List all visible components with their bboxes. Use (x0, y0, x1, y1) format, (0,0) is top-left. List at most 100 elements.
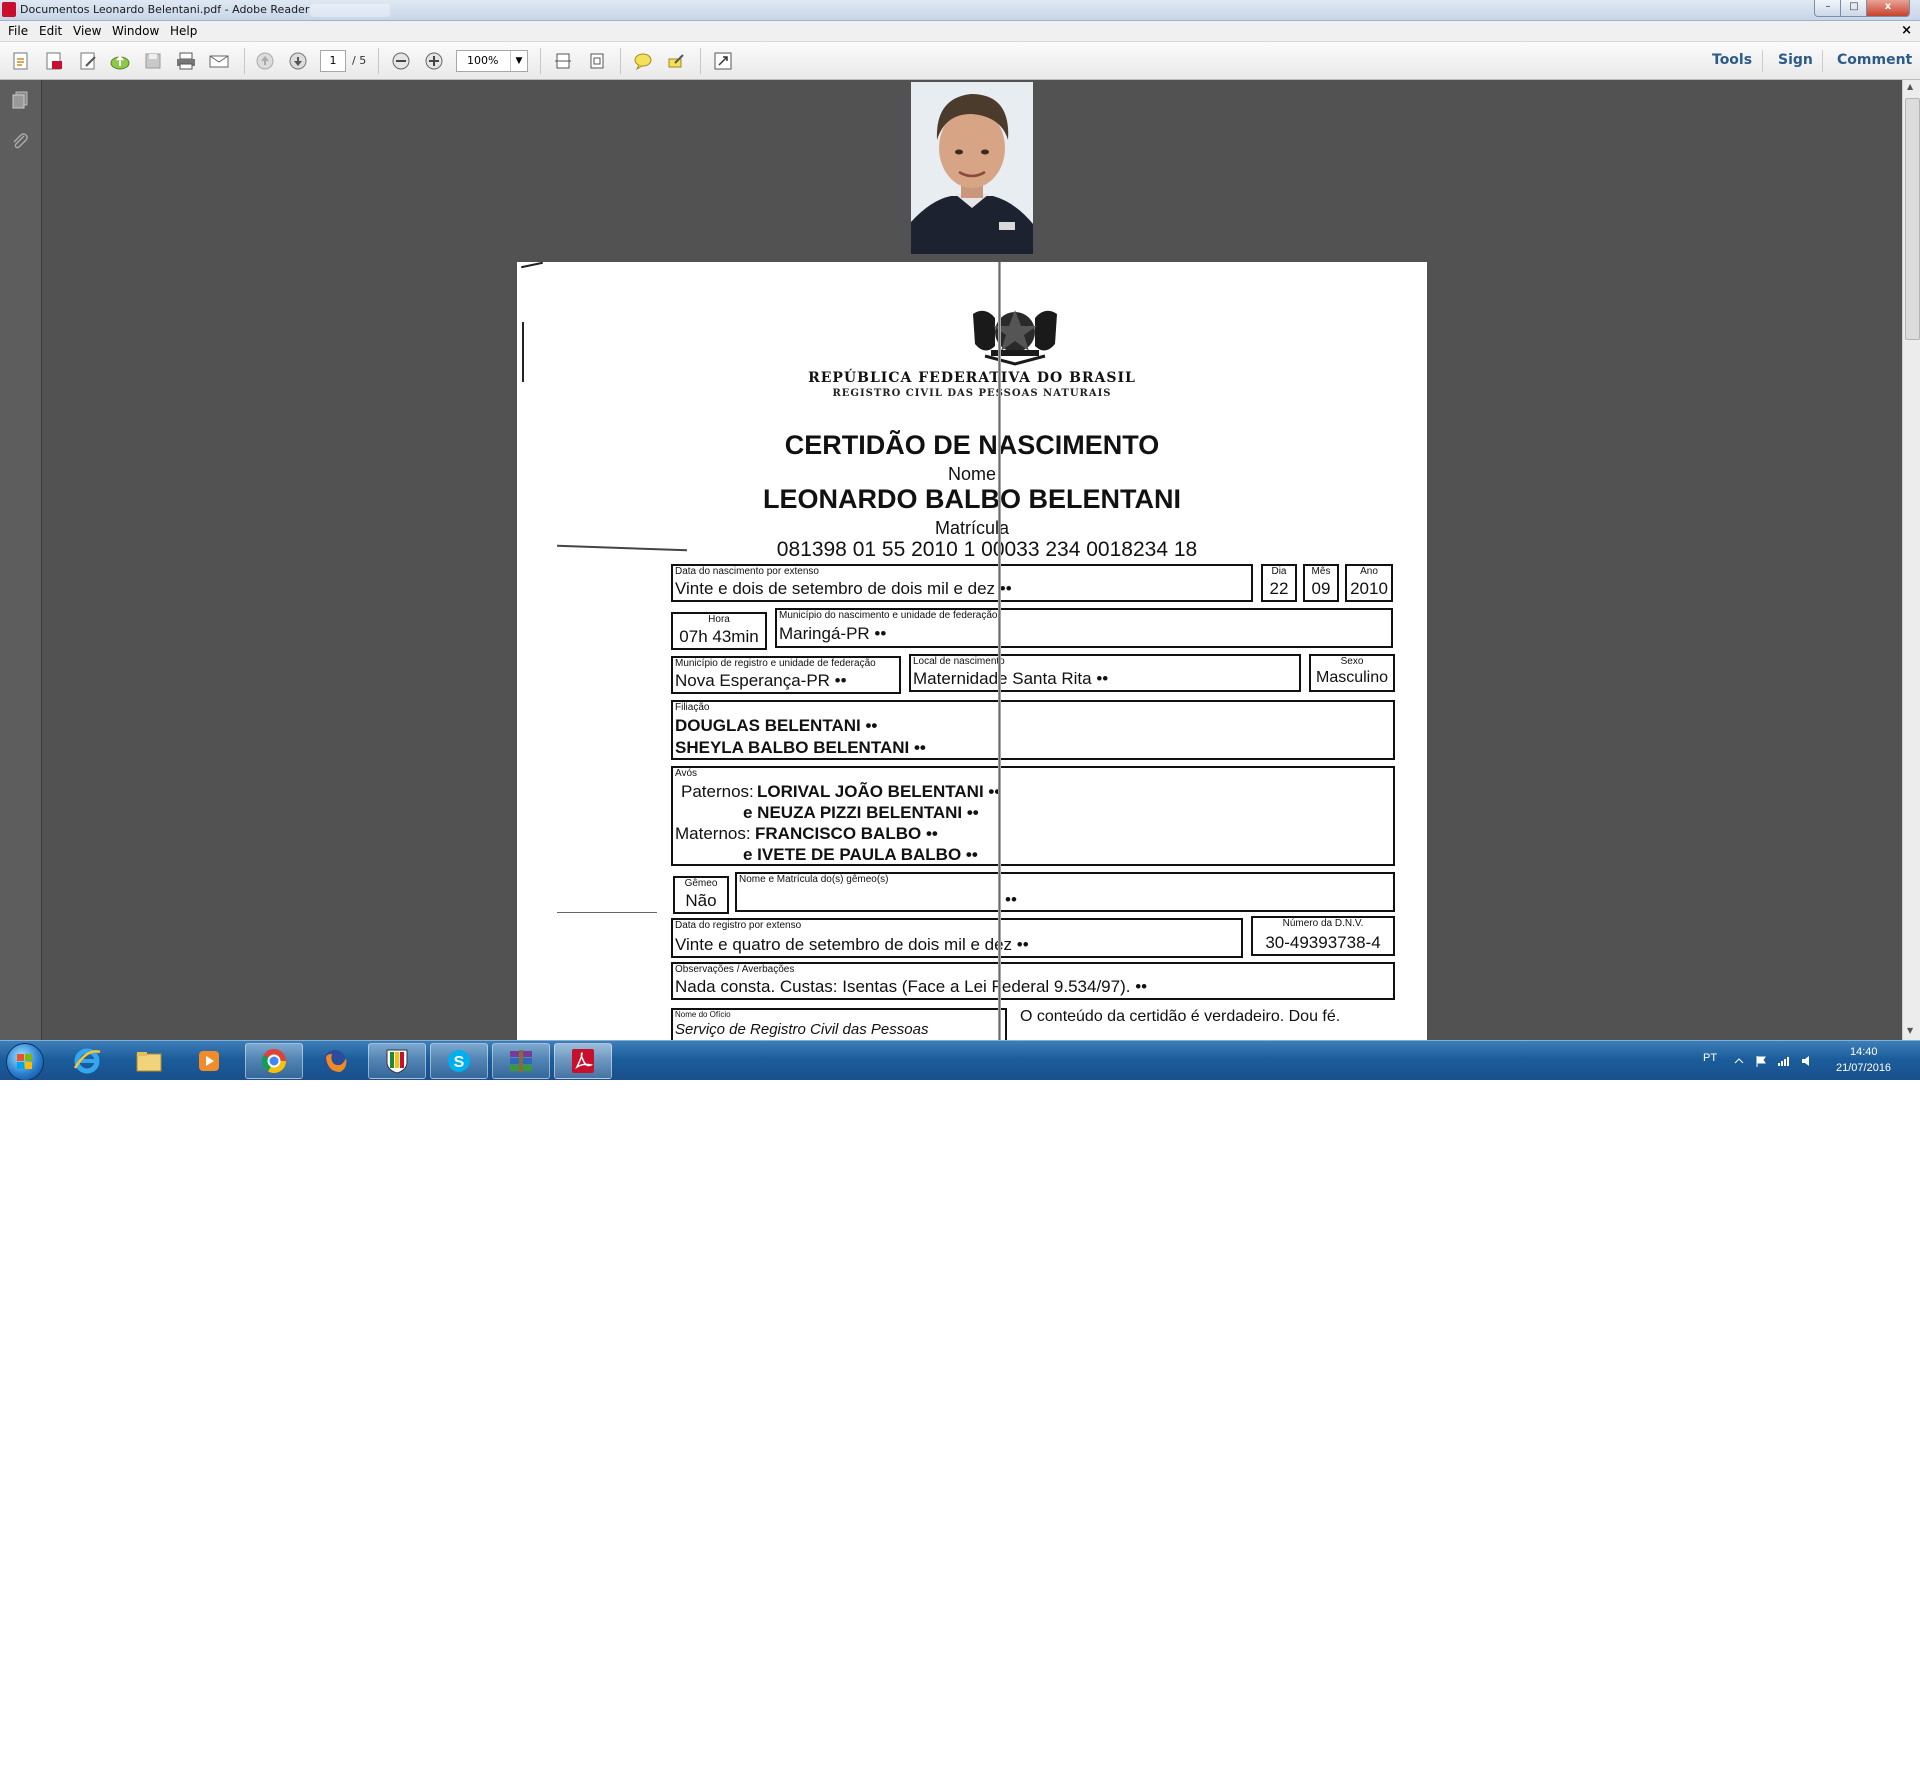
observations-field: Observações / Averbações Nada consta. Cu… (671, 962, 1395, 1000)
tools-pane-button[interactable]: Tools (1712, 52, 1752, 68)
office-value: Serviço de Registro Civil das Pessoas (675, 1021, 929, 1038)
language-indicator[interactable]: PT (1703, 1052, 1717, 1064)
menu-bar: File Edit View Window Help × (0, 21, 1920, 42)
child-name: LEONARDO BALBO BELENTANI (763, 484, 1181, 514)
start-button[interactable] (6, 1043, 44, 1080)
firefox-icon[interactable] (306, 1043, 364, 1079)
attachments-icon[interactable] (10, 132, 30, 152)
next-page-icon[interactable] (287, 50, 309, 72)
scroll-up-icon[interactable]: ▲ (1907, 82, 1913, 91)
maximize-button[interactable]: □ (1840, 0, 1868, 17)
certificate-header-line-2: REGISTRO CIVIL DAS PESSOAS NATURAIS (832, 388, 1112, 399)
title-bar: Documentos Leonardo Belentani.pdf - Adob… (0, 0, 1920, 21)
day-value: 22 (1269, 579, 1289, 598)
registration-city-value: Nova Esperança-PR •• (675, 671, 847, 690)
page-total: / 5 (352, 54, 367, 67)
windows-taskbar: S PT 14:40 21/07/2016 (0, 1040, 1920, 1080)
edit-pdf-icon[interactable] (77, 50, 99, 72)
action-center-flag-icon[interactable] (1755, 1055, 1767, 1067)
birth-date-label: Data do nascimento por extenso (675, 566, 819, 577)
menu-edit[interactable]: Edit (39, 24, 62, 38)
maternal-grandfather: FRANCISCO BALBO •• (755, 824, 938, 843)
menu-help[interactable]: Help (170, 24, 197, 38)
menu-view[interactable]: View (73, 24, 101, 38)
attestation-text: O conteúdo da certidão é verdadeiro. Dou… (1020, 1008, 1341, 1025)
page-number-input[interactable]: 1 (320, 50, 346, 72)
zoom-in-icon[interactable] (423, 50, 445, 72)
paternal-grandfather: LORIVAL JOÃO BELENTANI •• (757, 782, 1001, 801)
registration-date-field: Data do registro por extenso Vinte e qua… (671, 918, 1243, 958)
show-hidden-icons-icon[interactable] (1733, 1055, 1745, 1067)
father-name: DOUGLAS BELENTANI •• (675, 716, 878, 735)
toolbar-separator (540, 48, 541, 74)
scan-mark (557, 912, 657, 913)
birth-place-field: Local de nascimento Maternidade Santa Ri… (909, 654, 1301, 692)
toolbar-separator (700, 48, 701, 74)
filiation-field: Filiação DOUGLAS BELENTANI •• SHEYLA BAL… (671, 700, 1395, 760)
scroll-down-icon[interactable]: ▼ (1907, 1026, 1913, 1035)
vertical-scrollbar[interactable]: ▲ ▼ (1902, 80, 1920, 1040)
volume-icon[interactable] (1801, 1055, 1813, 1067)
twin-label: Gêmeo (684, 878, 718, 889)
toolbar-separator (1762, 50, 1763, 72)
hour-value: 07h 43min (679, 627, 759, 646)
birth-place-label: Local de nascimento (913, 656, 1005, 667)
zoom-out-icon[interactable] (390, 50, 412, 72)
sticky-note-icon[interactable] (632, 50, 654, 72)
export-pdf-icon[interactable] (43, 50, 65, 72)
highlight-text-icon[interactable] (665, 50, 687, 72)
scrollbar-thumb[interactable] (1905, 98, 1920, 340)
sex-value: Masculino (1315, 669, 1389, 686)
matricula-number: 081398 01 55 2010 1 00033 234 0018234 18 (776, 538, 1198, 561)
year-value: 2010 (1350, 579, 1388, 598)
hour-field: Hora 07h 43min (671, 612, 767, 650)
menu-window[interactable]: Window (112, 24, 159, 38)
adobe-reader-taskbar-icon[interactable] (554, 1043, 612, 1079)
day-field: Dia 22 (1261, 564, 1297, 602)
maternal-label: Maternos: (675, 824, 751, 843)
fit-page-icon[interactable] (586, 50, 608, 72)
mother-name: SHEYLA BALBO BELENTANI •• (675, 738, 926, 757)
file-explorer-icon[interactable] (120, 1043, 178, 1079)
twin-names-field: Nome e Matrícula do(s) gêmeo(s) •• (735, 872, 1395, 912)
clock-date[interactable]: 21/07/2016 (1836, 1062, 1891, 1074)
network-signal-icon[interactable] (1777, 1055, 1789, 1067)
skype-icon[interactable]: S (430, 1043, 488, 1079)
pdf-page: REPÚBLICA FEDERATIVA DO BRASIL REGISTRO … (517, 262, 1427, 1040)
cloud-upload-icon[interactable] (109, 50, 131, 72)
filiation-label: Filiação (675, 702, 710, 713)
sex-label: Sexo (1340, 656, 1364, 667)
shield-app-icon[interactable] (368, 1043, 426, 1079)
close-document-button[interactable]: × (1901, 23, 1912, 38)
clock-time[interactable]: 14:40 (1850, 1046, 1878, 1058)
previous-page-icon[interactable] (254, 50, 276, 72)
create-pdf-icon[interactable] (10, 50, 32, 72)
dnv-value: 30-49393738-4 (1265, 933, 1381, 952)
minimize-button[interactable]: – (1814, 0, 1842, 17)
save-icon[interactable] (142, 50, 164, 72)
close-button[interactable]: x (1866, 0, 1910, 17)
zoom-level-select[interactable]: 100% ▼ (456, 50, 528, 72)
fit-width-icon[interactable] (552, 50, 574, 72)
internet-explorer-icon[interactable] (58, 1043, 116, 1079)
print-icon[interactable] (175, 50, 197, 72)
grandparents-label: Avós (675, 768, 698, 779)
twin-names-value: •• (1005, 890, 1017, 909)
media-player-icon[interactable] (180, 1043, 238, 1079)
winrar-icon[interactable] (492, 1043, 550, 1079)
chevron-down-icon[interactable]: ▼ (510, 51, 527, 71)
hour-label: Hora (708, 614, 730, 625)
sign-pane-button[interactable]: Sign (1778, 52, 1813, 68)
full-screen-icon[interactable] (712, 50, 734, 72)
menu-file[interactable]: File (8, 24, 28, 38)
birth-city-field: Município do nascimento e unidade de fed… (775, 608, 1393, 648)
chrome-icon[interactable] (245, 1043, 303, 1079)
toolbar-separator (1822, 50, 1823, 72)
toolbar-separator (244, 48, 245, 74)
birth-date-field: Data do nascimento por extenso Vinte e d… (671, 564, 1253, 602)
grandparents-field: Avós Paternos: LORIVAL JOÃO BELENTANI ••… (671, 766, 1395, 866)
observations-label: Observações / Averbações (675, 964, 795, 975)
email-icon[interactable] (208, 50, 230, 72)
comment-pane-button[interactable]: Comment (1837, 52, 1912, 68)
page-thumbnails-icon[interactable] (10, 90, 30, 110)
